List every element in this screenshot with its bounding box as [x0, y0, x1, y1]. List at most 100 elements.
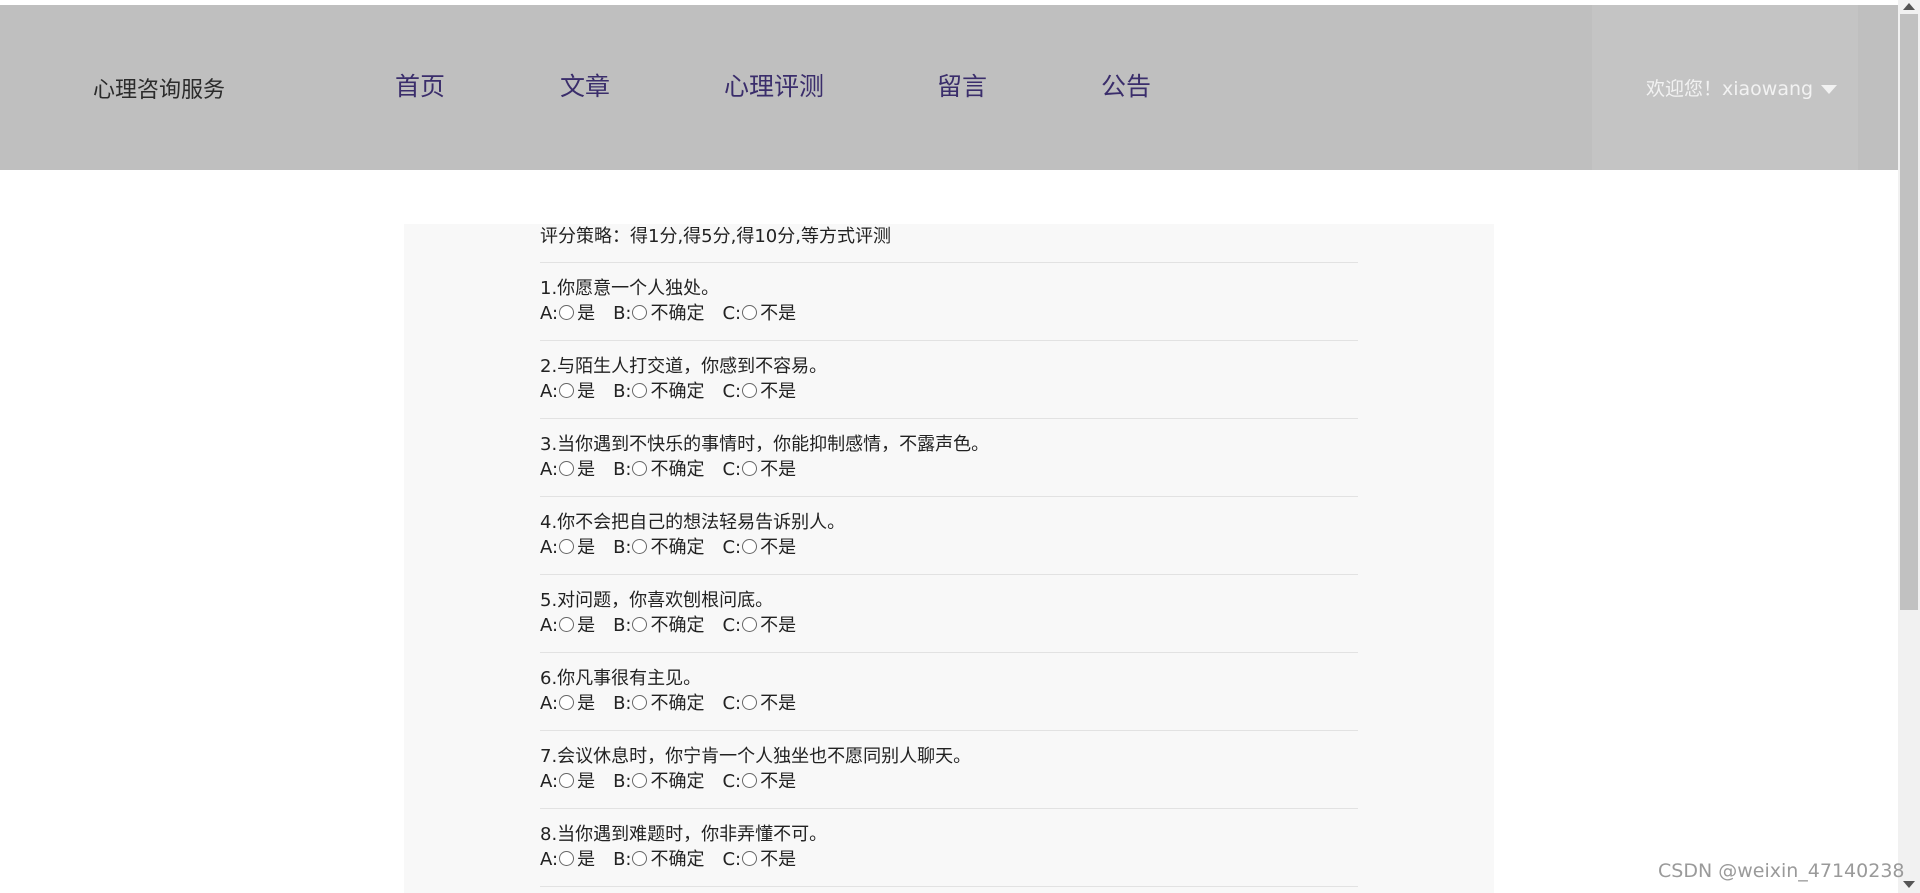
answer-options: A: 是 B: 不确定 C: 不是 [540, 847, 1358, 873]
radio-button[interactable] [632, 617, 648, 632]
scroll-down-icon[interactable] [1903, 881, 1915, 888]
option-b[interactable]: B: 不确定 [613, 457, 704, 483]
radio-button[interactable] [742, 851, 758, 866]
option-c[interactable]: C: 不是 [722, 613, 796, 639]
option-c-label: 不是 [760, 615, 797, 636]
option-c[interactable]: C: 不是 [722, 535, 796, 561]
option-a-label: 是 [577, 459, 596, 480]
radio-button[interactable] [559, 851, 575, 866]
question-item: 1.你愿意一个人独处。 A: 是 B: 不确定 C: 不是 [540, 263, 1358, 341]
option-c[interactable]: C: 不是 [722, 301, 796, 327]
option-b-prefix: B: [613, 849, 632, 870]
radio-button[interactable] [632, 695, 648, 710]
option-b-label: 不确定 [650, 849, 705, 870]
option-b[interactable]: B: 不确定 [613, 847, 704, 873]
option-b-label: 不确定 [650, 381, 705, 402]
option-c-prefix: C: [722, 693, 742, 714]
option-c[interactable]: C: 不是 [722, 379, 796, 405]
user-greeting: 欢迎您！xiaowang [1646, 78, 1814, 100]
option-c-label: 不是 [760, 303, 797, 324]
question-item: 7.会议休息时，你宁肯一个人独坐也不愿同别人聊天。 A: 是 B: 不确定 C: 不是 [540, 731, 1358, 809]
nav-item-announcements[interactable]: 公告 [1101, 70, 1151, 104]
radio-button[interactable] [742, 539, 758, 554]
option-c-prefix: C: [722, 771, 742, 792]
option-a-prefix: A: [540, 537, 559, 558]
option-a-prefix: A: [540, 771, 559, 792]
option-b[interactable]: B: 不确定 [613, 769, 704, 795]
option-b-label: 不确定 [650, 537, 705, 558]
radio-button[interactable] [632, 539, 648, 554]
option-c[interactable]: C: 不是 [722, 847, 796, 873]
scroll-up-icon[interactable] [1903, 3, 1915, 10]
option-b[interactable]: B: 不确定 [613, 535, 704, 561]
site-brand[interactable]: 心理咨询服务 [93, 76, 225, 106]
option-a[interactable]: A: 是 [540, 769, 595, 795]
scrollbar-thumb[interactable] [1900, 14, 1918, 610]
option-a-prefix: A: [540, 459, 559, 480]
radio-button[interactable] [559, 695, 575, 710]
option-a[interactable]: A: 是 [540, 301, 595, 327]
option-c-label: 不是 [760, 459, 797, 480]
question-text: 7.会议休息时，你宁肯一个人独坐也不愿同别人聊天。 [540, 746, 972, 767]
option-c[interactable]: C: 不是 [722, 457, 796, 483]
option-b[interactable]: B: 不确定 [613, 691, 704, 717]
nav-item-home[interactable]: 首页 [395, 70, 445, 104]
nav-item-messages[interactable]: 留言 [937, 70, 987, 104]
radio-button[interactable] [559, 539, 575, 554]
radio-button[interactable] [632, 461, 648, 476]
option-a-label: 是 [577, 615, 596, 636]
answer-options: A: 是 B: 不确定 C: 不是 [540, 379, 1358, 405]
user-dropdown[interactable]: 欢迎您！xiaowang [1646, 76, 1838, 102]
answer-options: A: 是 B: 不确定 C: 不是 [540, 691, 1358, 717]
option-c-label: 不是 [760, 381, 797, 402]
radio-button[interactable] [742, 305, 758, 320]
question-text: 8.当你遇到难题时，你非弄懂不可。 [540, 824, 828, 845]
radio-button[interactable] [742, 383, 758, 398]
option-c-prefix: C: [722, 459, 742, 480]
question-text: 3.当你遇到不快乐的事情时，你能抑制感情，不露声色。 [540, 434, 990, 455]
option-a[interactable]: A: 是 [540, 457, 595, 483]
option-a[interactable]: A: 是 [540, 613, 595, 639]
radio-button[interactable] [742, 461, 758, 476]
option-b-prefix: B: [613, 303, 632, 324]
radio-button[interactable] [632, 773, 648, 788]
option-b-label: 不确定 [650, 303, 705, 324]
nav-item-assessment[interactable]: 心理评测 [724, 70, 824, 104]
option-c[interactable]: C: 不是 [722, 691, 796, 717]
radio-button[interactable] [559, 617, 575, 632]
option-c-prefix: C: [722, 381, 742, 402]
option-b[interactable]: B: 不确定 [613, 613, 704, 639]
option-c-label: 不是 [760, 849, 797, 870]
radio-button[interactable] [742, 773, 758, 788]
option-b-label: 不确定 [650, 693, 705, 714]
nav-item-articles[interactable]: 文章 [560, 70, 610, 104]
option-b-prefix: B: [613, 693, 632, 714]
option-a-label: 是 [577, 303, 596, 324]
answer-options: A: 是 B: 不确定 C: 不是 [540, 769, 1358, 795]
watermark: CSDN @weixin_47140238 [1658, 860, 1905, 882]
radio-button[interactable] [632, 851, 648, 866]
answer-options: A: 是 B: 不确定 C: 不是 [540, 457, 1358, 483]
option-a-label: 是 [577, 849, 596, 870]
assessment-form: 评分策略：得1分,得5分,得10分,等方式评测 1.你愿意一个人独处。 A: 是 B:… [540, 224, 1358, 887]
radio-button[interactable] [559, 461, 575, 476]
option-a[interactable]: A: 是 [540, 847, 595, 873]
option-a[interactable]: A: 是 [540, 535, 595, 561]
option-b-label: 不确定 [650, 459, 705, 480]
radio-button[interactable] [632, 383, 648, 398]
radio-button[interactable] [742, 695, 758, 710]
radio-button[interactable] [559, 305, 575, 320]
option-c[interactable]: C: 不是 [722, 769, 796, 795]
radio-button[interactable] [742, 617, 758, 632]
question-text: 4.你不会把自己的想法轻易告诉别人。 [540, 512, 846, 533]
option-b[interactable]: B: 不确定 [613, 379, 704, 405]
radio-button[interactable] [559, 383, 575, 398]
option-b[interactable]: B: 不确定 [613, 301, 704, 327]
radio-button[interactable] [559, 773, 575, 788]
option-b-prefix: B: [613, 771, 632, 792]
radio-button[interactable] [632, 305, 648, 320]
option-a[interactable]: A: 是 [540, 691, 595, 717]
option-c-prefix: C: [722, 537, 742, 558]
question-text: 5.对问题，你喜欢刨根问底。 [540, 590, 774, 611]
option-a[interactable]: A: 是 [540, 379, 595, 405]
